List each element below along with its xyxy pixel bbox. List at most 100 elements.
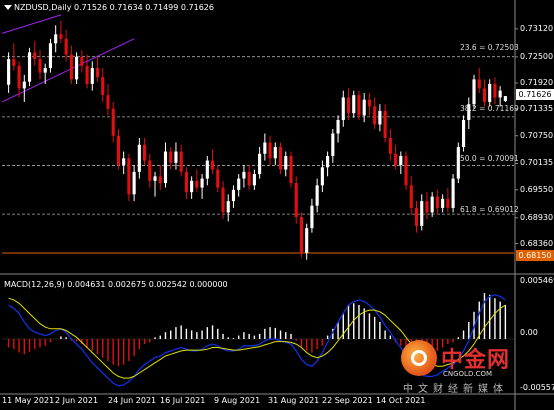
candle bbox=[85, 65, 89, 84]
candle bbox=[326, 156, 330, 168]
channel-line-lower bbox=[1, 38, 135, 103]
candle bbox=[477, 79, 481, 89]
candle bbox=[341, 97, 345, 120]
fib-label-38-2: 38.2 = 0.71169 bbox=[460, 104, 519, 113]
candle bbox=[195, 180, 199, 188]
candle bbox=[226, 201, 230, 213]
candle bbox=[273, 147, 277, 159]
candle bbox=[430, 196, 434, 213]
candle bbox=[179, 151, 183, 172]
date-label: 22 Sep 2021 bbox=[322, 396, 373, 405]
candle bbox=[488, 83, 492, 102]
candle bbox=[33, 52, 37, 60]
candle bbox=[278, 147, 283, 170]
candle bbox=[362, 99, 366, 116]
date-label: 24 Jun 2021 bbox=[108, 396, 157, 405]
candle bbox=[404, 156, 408, 186]
candle bbox=[493, 83, 497, 98]
price-tick-label: 0.69550 bbox=[520, 184, 554, 194]
candle bbox=[205, 160, 209, 179]
ohlc-label: 0.71526 0.71634 0.71499 0.71626 bbox=[74, 3, 214, 12]
candle bbox=[38, 59, 42, 73]
candle bbox=[69, 54, 73, 80]
candle bbox=[252, 174, 256, 186]
candle bbox=[441, 198, 445, 208]
candle bbox=[237, 178, 241, 190]
candle bbox=[388, 138, 392, 154]
candle bbox=[184, 171, 188, 193]
candle bbox=[132, 171, 136, 195]
logo-icon bbox=[401, 340, 437, 376]
candle bbox=[352, 95, 356, 114]
candle bbox=[111, 108, 115, 136]
candle bbox=[210, 160, 215, 170]
candle bbox=[64, 38, 68, 55]
date-label: 16 Jul 2021 bbox=[160, 396, 206, 405]
candle bbox=[122, 158, 126, 166]
candle bbox=[289, 156, 293, 184]
candle bbox=[231, 189, 236, 202]
candle bbox=[75, 56, 79, 80]
candle bbox=[461, 119, 466, 148]
fib-label-23-6: 23.6 = 0.72503 bbox=[460, 43, 519, 52]
candle bbox=[503, 96, 507, 102]
candle bbox=[200, 178, 204, 188]
candle bbox=[190, 180, 194, 193]
candle bbox=[263, 142, 267, 154]
candle bbox=[116, 135, 120, 166]
candle bbox=[435, 196, 439, 208]
date-label: 11 May 2021 bbox=[2, 396, 55, 405]
candle bbox=[7, 59, 11, 85]
candle bbox=[383, 110, 387, 138]
candle bbox=[54, 34, 58, 44]
candle bbox=[43, 68, 47, 73]
candle bbox=[80, 56, 84, 66]
candle bbox=[95, 68, 100, 78]
price-tick-label: 0.71335 bbox=[520, 104, 554, 114]
channel-line-upper bbox=[1, 14, 62, 34]
candle bbox=[90, 68, 94, 84]
candle bbox=[17, 65, 21, 89]
candle bbox=[22, 81, 26, 89]
date-label: 31 Aug 2021 bbox=[268, 396, 320, 405]
candle bbox=[357, 95, 361, 116]
price-tick-label: 0.72500 bbox=[520, 51, 554, 61]
macd-header: MACD(12,26,9) 0.004631 0.002675 0.002542… bbox=[4, 280, 228, 289]
candle bbox=[482, 88, 487, 102]
candle bbox=[59, 34, 63, 39]
candle bbox=[143, 144, 147, 161]
price-tick-label: 0.70750 bbox=[520, 130, 554, 140]
triangle-down-icon[interactable] bbox=[4, 5, 12, 10]
candle bbox=[336, 119, 340, 134]
price-tick-label: 0.73120 bbox=[520, 23, 554, 33]
candle bbox=[284, 156, 288, 170]
macd-axis-top: 0.005469 bbox=[520, 276, 554, 285]
watermark: 中金网 CNGOLD.COM 中文财经新媒体 bbox=[395, 336, 545, 398]
current-price-label: 0.71626 bbox=[516, 89, 554, 100]
candle bbox=[299, 216, 304, 253]
chart-window[interactable]: NZDUSD,Daily 0.71526 0.71634 0.71499 0.7… bbox=[0, 0, 554, 410]
candle bbox=[12, 59, 16, 66]
candle bbox=[127, 158, 131, 195]
candle bbox=[320, 167, 324, 186]
candle bbox=[221, 187, 225, 213]
date-label: 2 Jun 2021 bbox=[55, 396, 99, 405]
price-tick-label: 0.68360 bbox=[520, 238, 554, 248]
fib-label-50-0: 50.0 = 0.70091 bbox=[460, 154, 519, 163]
candle bbox=[315, 185, 319, 206]
symbol-label: NZDUSD,Daily bbox=[14, 3, 72, 12]
candle bbox=[137, 144, 141, 172]
candle bbox=[247, 171, 251, 186]
candle bbox=[414, 207, 419, 226]
candle bbox=[399, 156, 403, 166]
price-tick-label: 0.68930 bbox=[520, 212, 554, 222]
date-label: 9 Aug 2021 bbox=[214, 396, 261, 405]
candle bbox=[378, 110, 382, 125]
candle bbox=[169, 151, 173, 163]
candle bbox=[425, 201, 429, 213]
candle bbox=[106, 95, 110, 109]
candle bbox=[305, 228, 309, 253]
candle bbox=[216, 169, 220, 188]
candle bbox=[268, 142, 272, 159]
candle bbox=[346, 97, 351, 114]
